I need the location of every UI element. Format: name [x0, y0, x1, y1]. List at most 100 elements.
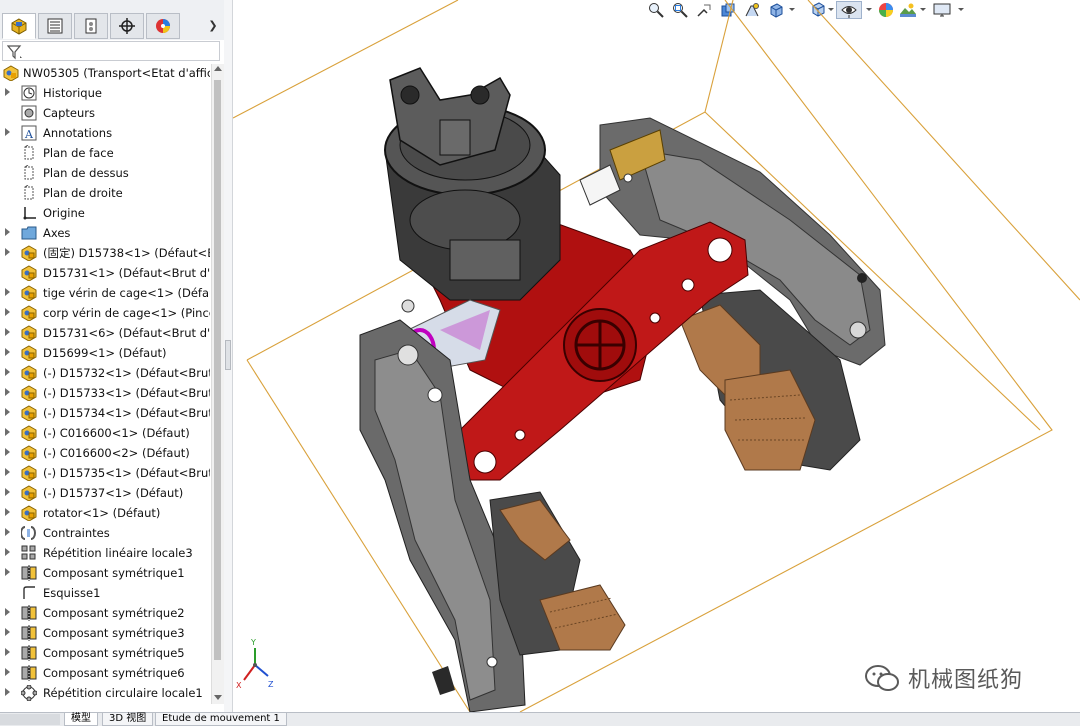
expand-arrow-icon[interactable]	[5, 228, 10, 236]
expand-arrow-icon[interactable]	[5, 468, 10, 476]
watermark: 机械图纸狗	[864, 658, 1023, 698]
scrollbar-thumb[interactable]	[214, 80, 221, 660]
tab-model[interactable]: 模型	[64, 713, 98, 726]
tree-item[interactable]: Composant symétrique1	[0, 563, 210, 583]
tree-item-label: Composant symétrique2	[43, 606, 185, 620]
tree-item[interactable]: rotator<1> (Défaut)	[0, 503, 210, 523]
expand-arrow-icon[interactable]	[5, 248, 10, 256]
tree-item[interactable]: (-) D15734<1> (Défaut<Brut d'u	[0, 403, 210, 423]
tree-item-label: (-) C016600<2> (Défaut)	[43, 446, 190, 460]
mirror-icon	[21, 625, 37, 641]
expand-arrow-icon[interactable]	[5, 628, 10, 636]
tree-item[interactable]: Historique	[0, 83, 210, 103]
tree-item-label: D15731<1> (Défaut<Brut d'usir	[43, 266, 210, 280]
scroll-down-arrow-icon[interactable]	[214, 695, 222, 700]
expand-arrow-icon[interactable]	[5, 128, 10, 136]
collapse-arrow-icon[interactable]: ❯	[206, 16, 220, 34]
watermark-text: 机械图纸狗	[908, 668, 1024, 693]
tree-filter-bar[interactable]	[2, 41, 220, 61]
wechat-logo-icon	[865, 665, 899, 691]
expand-arrow-icon[interactable]	[5, 508, 10, 516]
expand-arrow-icon[interactable]	[5, 568, 10, 576]
expand-arrow-icon[interactable]	[5, 488, 10, 496]
panel-splitter[interactable]	[224, 0, 233, 712]
tree-item-label: Contraintes	[43, 526, 110, 540]
graphics-area[interactable]: Y X Z	[233, 0, 1080, 712]
plane-icon	[21, 144, 37, 161]
tree-item[interactable]: Composant symétrique3	[0, 623, 210, 643]
tree-item-label: (固定) D15738<1> (Défaut<Brut	[43, 246, 210, 260]
expand-arrow-icon[interactable]	[5, 428, 10, 436]
tree-item[interactable]: (-) D15735<1> (Défaut<Brut d'u	[0, 463, 210, 483]
expand-arrow-icon[interactable]	[5, 528, 10, 536]
tree-item[interactable]: Plan de droite	[0, 183, 210, 203]
tree-item-label: Annotations	[43, 126, 113, 140]
tree-item[interactable]: corp vérin de cage<1> (Pince<	[0, 303, 210, 323]
tree-item[interactable]: (-) C016600<1> (Défaut)	[0, 423, 210, 443]
tree-item[interactable]: tige vérin de cage<1> (Défaut<	[0, 283, 210, 303]
property-manager-icon	[47, 18, 63, 34]
expand-arrow-icon[interactable]	[5, 388, 10, 396]
tree-item-label: (-) D15733<1> (Défaut<Brut d'u	[43, 386, 210, 400]
expand-arrow-icon[interactable]	[5, 548, 10, 556]
tab-display-manager[interactable]	[146, 13, 180, 39]
tree-scrollbar[interactable]	[211, 64, 224, 704]
tree-item[interactable]: Répétition circulaire locale1	[0, 683, 210, 703]
feature-manager-panel: ❯ NW05305 (Transport<Etat d'affich Histo…	[0, 0, 225, 712]
tree-item-label: D15699<1> (Défaut)	[43, 346, 167, 360]
tree-item[interactable]: D15731<1> (Défaut<Brut d'usir	[0, 263, 210, 283]
tree-item[interactable]: Axes	[0, 223, 210, 243]
horizontal-scrollbar[interactable]	[0, 714, 60, 725]
expand-arrow-icon[interactable]	[5, 88, 10, 96]
tree-item[interactable]: Esquisse1	[0, 583, 210, 603]
expand-arrow-icon[interactable]	[5, 288, 10, 296]
tree-item[interactable]: (-) D15737<1> (Défaut)	[0, 483, 210, 503]
tab-configuration-manager[interactable]	[74, 13, 108, 39]
part-icon	[21, 445, 37, 462]
expand-arrow-icon[interactable]	[5, 668, 10, 676]
tab-motion-study[interactable]: Etude de mouvement 1	[155, 713, 287, 726]
expand-arrow-icon[interactable]	[5, 408, 10, 416]
expand-arrow-icon[interactable]	[5, 368, 10, 376]
tree-item[interactable]: D15699<1> (Défaut)	[0, 343, 210, 363]
tree-item[interactable]: (-) C016600<2> (Défaut)	[0, 443, 210, 463]
tree-item[interactable]: D15731<6> (Défaut<Brut d'usir	[0, 323, 210, 343]
splitter-grip[interactable]	[225, 340, 231, 370]
sensor-icon	[21, 105, 37, 121]
triad-x-label: X	[236, 681, 242, 690]
feature-tree: NW05305 (Transport<Etat d'affich Histori…	[0, 63, 210, 703]
expand-arrow-icon[interactable]	[5, 688, 10, 696]
expand-arrow-icon[interactable]	[5, 608, 10, 616]
part-icon	[21, 425, 37, 442]
tab-3d-views[interactable]: 3D 视图	[102, 713, 154, 726]
tree-item[interactable]: Composant symétrique6	[0, 663, 210, 683]
expand-arrow-icon[interactable]	[5, 308, 10, 316]
tree-item[interactable]: (-) D15732<1> (Défaut<Brut d'u	[0, 363, 210, 383]
expand-arrow-icon[interactable]	[5, 348, 10, 356]
bottom-tab-strip: 模型 3D 视图 Etude de mouvement 1	[0, 712, 1080, 726]
expand-arrow-icon[interactable]	[5, 448, 10, 456]
tree-item[interactable]: Composant symétrique5	[0, 643, 210, 663]
tab-property-manager[interactable]	[38, 13, 72, 39]
tree-item-label: rotator<1> (Défaut)	[43, 506, 161, 520]
tree-item[interactable]: Répétition linéaire locale3	[0, 543, 210, 563]
tree-item[interactable]: (固定) D15738<1> (Défaut<Brut	[0, 243, 210, 263]
tree-item[interactable]: Origine	[0, 203, 210, 223]
filter-icon[interactable]	[7, 44, 23, 60]
part-icon	[21, 345, 37, 362]
expand-arrow-icon[interactable]	[5, 648, 10, 656]
tab-dimxpert-manager[interactable]	[110, 13, 144, 39]
tab-feature-manager[interactable]	[2, 13, 36, 39]
assembly-3d-model[interactable]: Y X Z	[233, 0, 1080, 712]
expand-arrow-icon[interactable]	[5, 328, 10, 336]
tree-root-assembly[interactable]: NW05305 (Transport<Etat d'affich	[0, 63, 210, 83]
scroll-up-arrow-icon[interactable]	[214, 66, 222, 71]
tree-item[interactable]: (-) D15733<1> (Défaut<Brut d'u	[0, 383, 210, 403]
tree-item[interactable]: Contraintes	[0, 523, 210, 543]
tree-item[interactable]: Composant symétrique2	[0, 603, 210, 623]
tree-item[interactable]: A Annotations	[0, 123, 210, 143]
tree-item[interactable]: Plan de face	[0, 143, 210, 163]
tree-item[interactable]: Plan de dessus	[0, 163, 210, 183]
tree-item-label: Composant symétrique3	[43, 626, 185, 640]
tree-item[interactable]: Capteurs	[0, 103, 210, 123]
